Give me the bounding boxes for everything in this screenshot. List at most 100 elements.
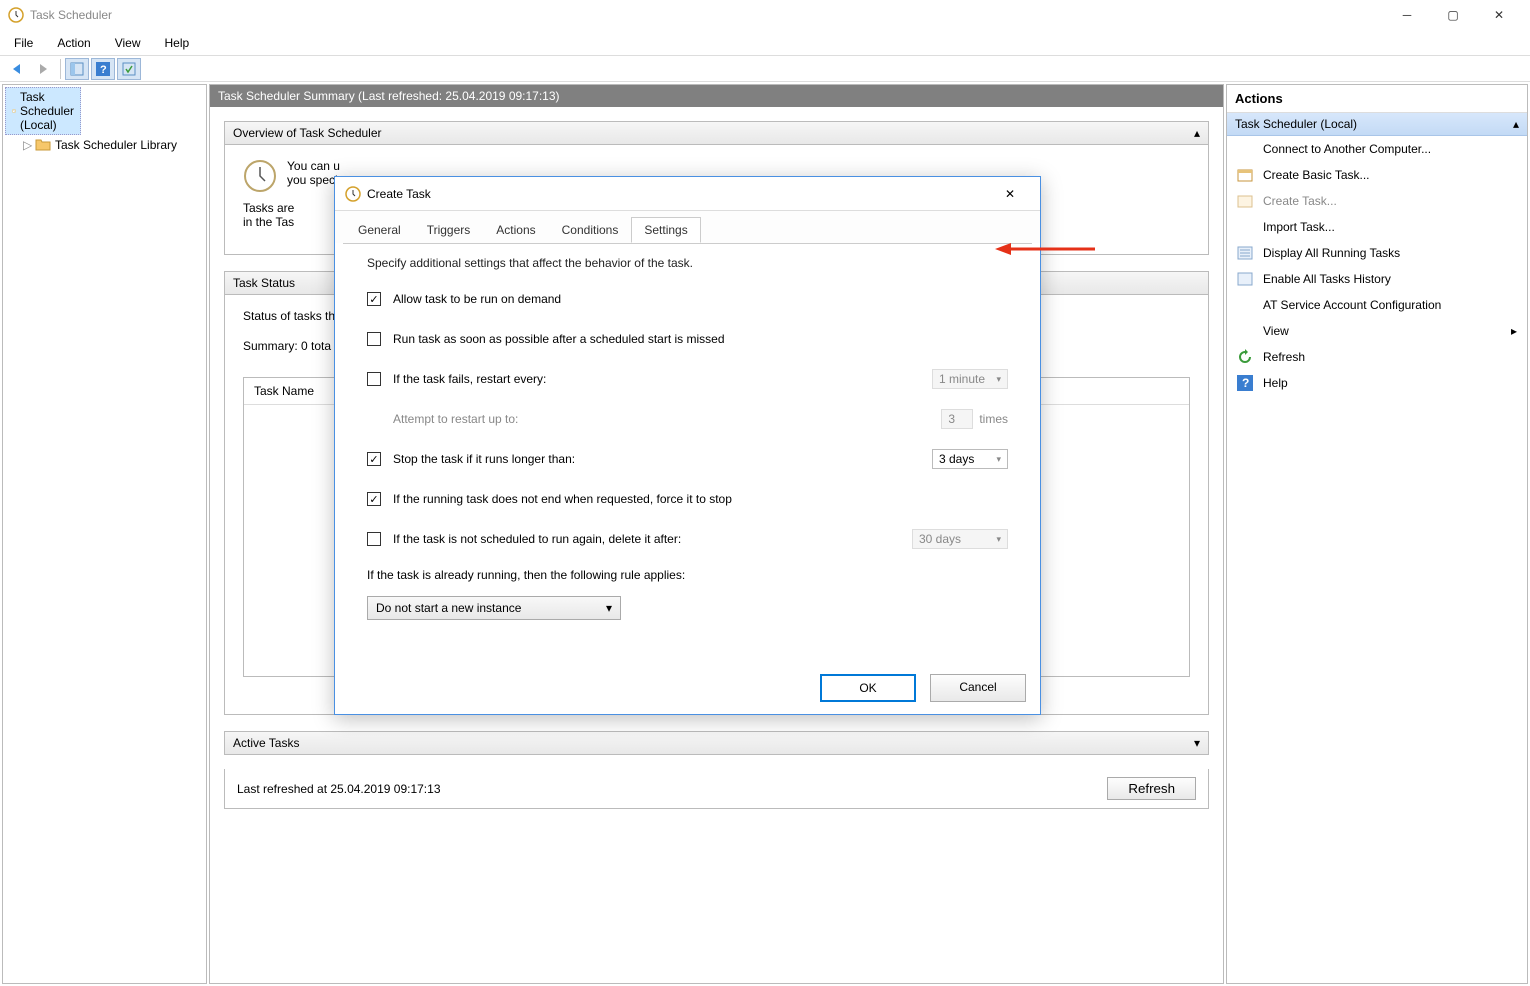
tab-settings[interactable]: Settings xyxy=(631,217,700,243)
action-at-service[interactable]: AT Service Account Configuration xyxy=(1227,292,1527,318)
label-force: If the running task does not end when re… xyxy=(393,492,1008,506)
nav-back-button[interactable] xyxy=(6,58,30,80)
menu-file[interactable]: File xyxy=(2,32,45,54)
expand-icon[interactable]: ▾ xyxy=(1194,736,1200,750)
refresh-button[interactable]: Refresh xyxy=(1107,777,1196,800)
tree-library-label: Task Scheduler Library xyxy=(55,138,177,152)
refresh-bar: Last refreshed at 25.04.2019 09:17:13 Re… xyxy=(224,769,1209,809)
settings-tab-body: Specify additional settings that affect … xyxy=(343,243,1032,661)
row-delete-after: If the task is not scheduled to run agai… xyxy=(367,528,1008,550)
toolbar-view2-button[interactable] xyxy=(117,58,141,80)
overview-line1: You can u xyxy=(287,159,340,173)
tree-root[interactable]: Task Scheduler (Local) xyxy=(5,87,81,135)
action-import[interactable]: Import Task... xyxy=(1227,214,1527,240)
select-restart-interval[interactable]: 1 minute▾ xyxy=(932,369,1008,389)
actions-sub-label: Task Scheduler (Local) xyxy=(1235,117,1357,131)
window-controls: ─ ▢ ✕ xyxy=(1384,0,1522,30)
import-icon xyxy=(1237,219,1253,235)
ok-button[interactable]: OK xyxy=(820,674,916,702)
checkbox-force[interactable] xyxy=(367,492,381,506)
collapse-icon[interactable]: ▴ xyxy=(1513,117,1519,131)
collapse-icon[interactable]: ▴ xyxy=(1194,126,1200,140)
tab-conditions[interactable]: Conditions xyxy=(549,217,632,243)
close-button[interactable]: ✕ xyxy=(1476,0,1522,30)
overview-line3: Tasks are xyxy=(243,201,294,215)
tree-panel: Task Scheduler (Local) ▷ Task Scheduler … xyxy=(2,84,207,984)
overview-header[interactable]: Overview of Task Scheduler ▴ xyxy=(224,121,1209,145)
row-allow: Allow task to be run on demand xyxy=(367,288,1008,310)
tab-actions[interactable]: Actions xyxy=(483,217,548,243)
toolbar-view1-button[interactable] xyxy=(65,58,89,80)
toolbar: ? xyxy=(0,56,1530,82)
label-times: times xyxy=(979,412,1008,426)
history-icon xyxy=(1237,271,1253,287)
menubar: File Action View Help xyxy=(0,30,1530,56)
computer-icon xyxy=(1237,141,1253,157)
task-icon xyxy=(1237,193,1253,209)
clock-icon xyxy=(12,103,16,119)
actions-subheader[interactable]: Task Scheduler (Local) ▴ xyxy=(1227,113,1527,136)
select-delete-after-value: 30 days xyxy=(919,532,961,546)
select-delete-after[interactable]: 30 days▾ xyxy=(912,529,1008,549)
cancel-button[interactable]: Cancel xyxy=(930,674,1026,702)
tab-general[interactable]: General xyxy=(345,217,414,243)
checkbox-allow[interactable] xyxy=(367,292,381,306)
row-runasap: Run task as soon as possible after a sch… xyxy=(367,328,1008,350)
menu-help[interactable]: Help xyxy=(153,32,202,54)
tree-root-label: Task Scheduler (Local) xyxy=(20,90,74,132)
action-create-basic[interactable]: Create Basic Task... xyxy=(1227,162,1527,188)
dialog-buttons: OK Cancel xyxy=(820,674,1026,702)
checkbox-delete-after[interactable] xyxy=(367,532,381,546)
checkbox-restart[interactable] xyxy=(367,372,381,386)
select-stop-long[interactable]: 3 days▾ xyxy=(932,449,1008,469)
active-title: Active Tasks xyxy=(233,736,299,750)
nav-forward-button[interactable] xyxy=(32,58,56,80)
checkbox-runasap[interactable] xyxy=(367,332,381,346)
label-attempt: Attempt to restart up to: xyxy=(393,412,941,426)
toolbar-help-button[interactable]: ? xyxy=(91,58,115,80)
input-attempt-count[interactable]: 3 xyxy=(941,409,973,429)
tree-library[interactable]: ▷ Task Scheduler Library xyxy=(5,135,204,155)
app-icon xyxy=(8,7,24,23)
maximize-button[interactable]: ▢ xyxy=(1430,0,1476,30)
select-restart-value: 1 minute xyxy=(939,372,985,386)
action-enable-history[interactable]: Enable All Tasks History xyxy=(1227,266,1527,292)
action-help[interactable]: ?Help xyxy=(1227,370,1527,396)
dialog-titlebar: Create Task ✕ xyxy=(335,177,1040,211)
account-icon xyxy=(1237,297,1253,313)
expand-icon[interactable]: ▷ xyxy=(23,138,35,152)
tab-triggers[interactable]: Triggers xyxy=(414,217,484,243)
row-restart: If the task fails, restart every: 1 minu… xyxy=(367,368,1008,390)
select-stop-long-value: 3 days xyxy=(939,452,974,466)
action-display-all-label: Display All Running Tasks xyxy=(1263,246,1400,260)
action-connect[interactable]: Connect to Another Computer... xyxy=(1227,136,1527,162)
app-title: Task Scheduler xyxy=(30,8,1384,22)
summary-header: Task Scheduler Summary (Last refreshed: … xyxy=(210,85,1223,107)
dialog-close-button[interactable]: ✕ xyxy=(990,180,1030,208)
action-create-task[interactable]: Create Task... xyxy=(1227,188,1527,214)
label-runasap: Run task as soon as possible after a sch… xyxy=(393,332,1008,346)
overview-title: Overview of Task Scheduler xyxy=(233,126,382,140)
action-display-all[interactable]: Display All Running Tasks xyxy=(1227,240,1527,266)
label-allow: Allow task to be run on demand xyxy=(393,292,1008,306)
minimize-button[interactable]: ─ xyxy=(1384,0,1430,30)
status-title: Task Status xyxy=(233,276,295,290)
select-rule[interactable]: Do not start a new instance▾ xyxy=(367,596,621,620)
dialog-icon xyxy=(345,186,361,202)
submenu-arrow-icon: ▸ xyxy=(1511,324,1517,338)
action-enable-history-label: Enable All Tasks History xyxy=(1263,272,1391,286)
actions-panel: Actions Task Scheduler (Local) ▴ Connect… xyxy=(1226,84,1528,984)
select-rule-value: Do not start a new instance xyxy=(376,601,521,615)
dialog-title: Create Task xyxy=(367,187,990,201)
action-at-service-label: AT Service Account Configuration xyxy=(1263,298,1441,312)
menu-action[interactable]: Action xyxy=(45,32,102,54)
toolbar-separator xyxy=(60,59,61,79)
menu-view[interactable]: View xyxy=(103,32,153,54)
active-header[interactable]: Active Tasks ▾ xyxy=(224,731,1209,755)
folder-icon xyxy=(35,137,51,153)
action-refresh[interactable]: Refresh xyxy=(1227,344,1527,370)
overview-line4: in the Tas xyxy=(243,215,294,229)
actions-header: Actions xyxy=(1227,85,1527,113)
action-view[interactable]: View▸ xyxy=(1227,318,1527,344)
checkbox-stop-long[interactable] xyxy=(367,452,381,466)
